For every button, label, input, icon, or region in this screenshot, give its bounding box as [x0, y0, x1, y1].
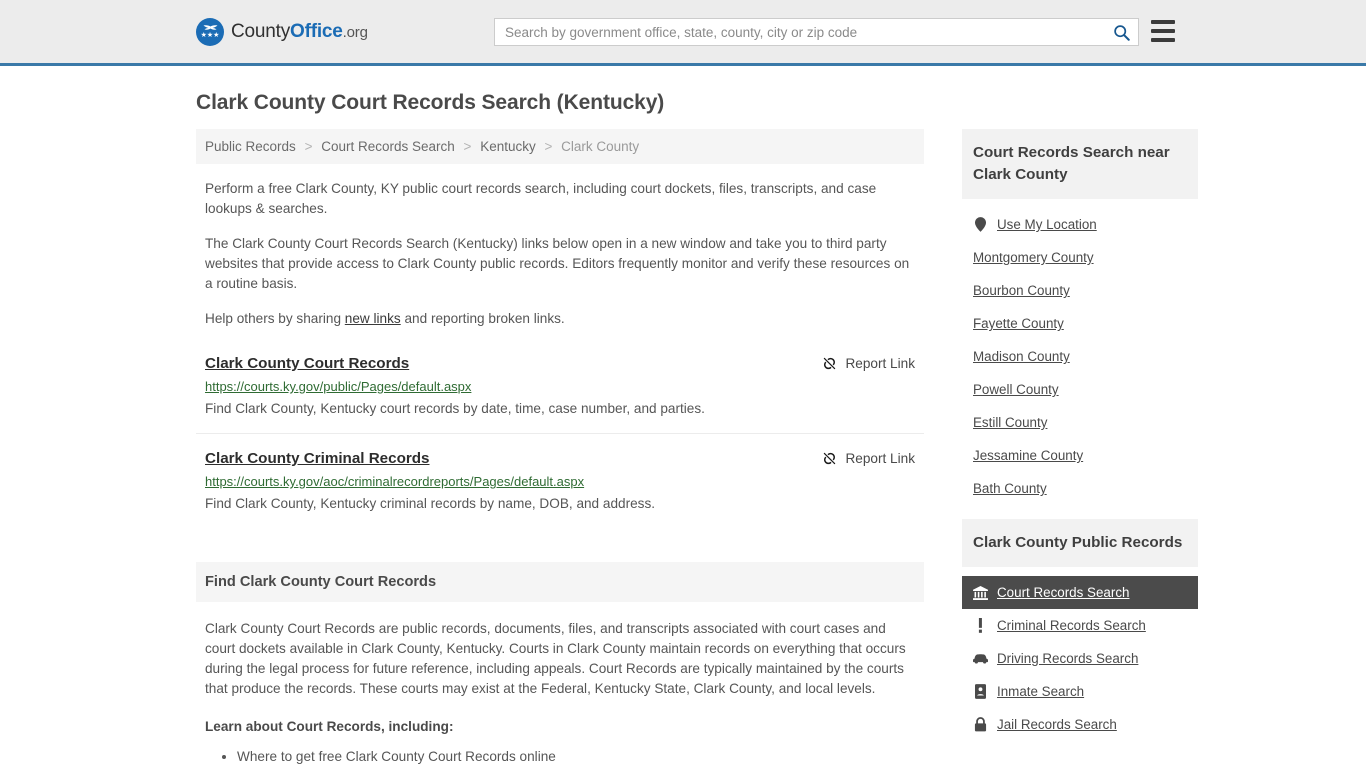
sidebar-item-label[interactable]: Criminal Records Search — [997, 618, 1146, 633]
sidebar-item-label[interactable]: Bath County — [973, 481, 1047, 496]
sidebar-item-fayette-county[interactable]: Fayette County — [962, 307, 1198, 340]
result-description: Find Clark County, Kentucky court record… — [205, 401, 705, 416]
result-title-link[interactable]: Clark County Court Records — [205, 355, 409, 372]
result-header: Clark County Court Records Report Link — [205, 355, 915, 372]
section-body: Clark County Court Records are public re… — [196, 619, 924, 768]
sidebar-item-madison-county[interactable]: Madison County — [962, 340, 1198, 373]
sidebar-item-label[interactable]: Fayette County — [973, 316, 1064, 331]
hamburger-bar — [1151, 29, 1175, 33]
sidebar-item-label[interactable]: Madison County — [973, 349, 1070, 364]
content-columns: Public Records > Court Records Search > … — [196, 129, 1198, 768]
sidebar-item-label[interactable]: Montgomery County — [973, 250, 1094, 265]
result-url[interactable]: https://courts.ky.gov/aoc/criminalrecord… — [205, 474, 915, 489]
section-paragraph: Clark County Court Records are public re… — [205, 621, 906, 696]
new-links-link[interactable]: new links — [345, 311, 401, 326]
intro-text: Perform a free Clark County, KY public c… — [196, 179, 924, 329]
map-pin-icon — [973, 217, 988, 232]
report-link-label: Report Link — [845, 356, 915, 371]
site-logo-text: CountyOffice.org — [231, 21, 368, 43]
sidebar-item-label[interactable]: Powell County — [973, 382, 1059, 397]
main-column: Public Records > Court Records Search > … — [196, 129, 924, 768]
brand-part-2: Office — [290, 20, 343, 42]
learn-heading: Learn about Court Records, including: — [205, 719, 454, 734]
site-logo[interactable]: ★★★ CountyOffice.org — [196, 17, 368, 46]
sidebar-item-driving-records-search[interactable]: Driving Records Search — [962, 642, 1198, 675]
result-header: Clark County Criminal Records Report Lin… — [205, 450, 915, 467]
report-link-button[interactable]: Report Link — [822, 451, 915, 466]
search-button[interactable] — [1104, 19, 1138, 45]
sidebar-item-label[interactable]: Inmate Search — [997, 684, 1084, 699]
sidebar-item-label[interactable]: Jail Records Search — [997, 717, 1117, 732]
sidebar-item-montgomery-county[interactable]: Montgomery County — [962, 241, 1198, 274]
search-input[interactable] — [495, 19, 1104, 45]
lock-icon — [973, 717, 988, 732]
breadcrumb-item-0[interactable]: Public Records — [205, 139, 296, 154]
sidebar-item-label[interactable]: Court Records Search — [997, 585, 1129, 600]
brand-part-1: County — [231, 20, 291, 42]
sidebar-item-jail-records-search[interactable]: Jail Records Search — [962, 708, 1198, 741]
result-title-link[interactable]: Clark County Criminal Records — [205, 450, 430, 467]
car-icon — [973, 651, 988, 666]
result-list: Clark County Court Records Report Link h… — [196, 355, 924, 528]
sidebar-item-label[interactable]: Use My Location — [997, 217, 1097, 232]
section-heading: Find Clark County Court Records — [196, 562, 924, 602]
courthouse-icon — [973, 585, 988, 600]
result-url[interactable]: https://courts.ky.gov/public/Pages/defau… — [205, 379, 915, 394]
nearby-counties-card: Court Records Search near Clark County U… — [962, 129, 1198, 505]
unlink-icon — [824, 357, 836, 370]
sidebar-item-label[interactable]: Estill County — [973, 415, 1047, 430]
unlink-icon — [824, 452, 836, 465]
sidebar-item-bath-county[interactable]: Bath County — [962, 472, 1198, 505]
search-bar — [494, 18, 1139, 46]
sidebar-item-jessamine-county[interactable]: Jessamine County — [962, 439, 1198, 472]
brand-tld: .org — [342, 23, 368, 41]
hamburger-bar — [1151, 20, 1175, 24]
share-text-before: Help others by sharing — [205, 311, 345, 326]
sidebar-item-label[interactable]: Bourbon County — [973, 283, 1070, 298]
id-badge-icon — [973, 684, 988, 699]
sidebar-item-powell-county[interactable]: Powell County — [962, 373, 1198, 406]
report-link-label: Report Link — [845, 451, 915, 466]
list-item: Where to get free Clark County Court Rec… — [237, 746, 924, 768]
report-link-button[interactable]: Report Link — [822, 356, 915, 371]
learn-bullet-list: Where to get free Clark County Court Rec… — [205, 746, 924, 768]
search-icon — [1113, 24, 1130, 41]
breadcrumb-item-3: Clark County — [561, 139, 640, 154]
intro-paragraph-1: Perform a free Clark County, KY public c… — [205, 181, 877, 216]
site-header: ★★★ CountyOffice.org — [0, 0, 1366, 66]
sidebar-item-label[interactable]: Driving Records Search — [997, 651, 1138, 666]
public-records-card: Clark County Public Records Court Record… — [962, 519, 1198, 741]
sidebar-item-bourbon-county[interactable]: Bourbon County — [962, 274, 1198, 307]
sidebar-item-court-records-search[interactable]: Court Records Search — [962, 576, 1198, 609]
public-records-list: Court Records Search Criminal Records Se… — [962, 576, 1198, 741]
sidebar-item-criminal-records-search[interactable]: Criminal Records Search — [962, 609, 1198, 642]
sidebar-item-inmate-search[interactable]: Inmate Search — [962, 675, 1198, 708]
breadcrumb-separator: > — [544, 139, 553, 154]
page-title: Clark County Court Records Search (Kentu… — [196, 91, 665, 114]
sidebar-item-use-my-location[interactable]: Use My Location — [962, 208, 1198, 241]
breadcrumb-separator: > — [463, 139, 472, 154]
sidebar: Court Records Search near Clark County U… — [962, 129, 1198, 747]
eagle-seal-icon: ★★★ — [196, 17, 224, 46]
breadcrumb: Public Records > Court Records Search > … — [196, 129, 924, 164]
intro-paragraph-2: The Clark County Court Records Search (K… — [205, 236, 910, 291]
sidebar-item-estill-county[interactable]: Estill County — [962, 406, 1198, 439]
intro-paragraph-3: Help others by sharing new links and rep… — [205, 309, 917, 329]
public-records-heading: Clark County Public Records — [962, 519, 1198, 567]
nearby-counties-list: Use My Location Montgomery County Bourbo… — [962, 208, 1198, 505]
hamburger-menu-icon[interactable] — [1151, 20, 1175, 42]
page-container: Clark County Court Records Search (Kentu… — [0, 91, 1366, 768]
breadcrumb-item-2[interactable]: Kentucky — [480, 139, 536, 154]
nearby-counties-heading: Court Records Search near Clark County — [962, 129, 1198, 199]
exclamation-icon — [973, 618, 988, 633]
share-text-after: and reporting broken links. — [400, 311, 565, 326]
hamburger-bar — [1151, 38, 1175, 42]
result-description: Find Clark County, Kentucky criminal rec… — [205, 496, 656, 511]
sidebar-item-label[interactable]: Jessamine County — [973, 448, 1083, 463]
breadcrumb-separator: > — [304, 139, 313, 154]
breadcrumb-item-1[interactable]: Court Records Search — [321, 139, 455, 154]
result-item: Clark County Court Records Report Link h… — [196, 355, 924, 434]
result-item: Clark County Criminal Records Report Lin… — [196, 450, 924, 528]
stars-glyph: ★★★ — [200, 31, 220, 39]
